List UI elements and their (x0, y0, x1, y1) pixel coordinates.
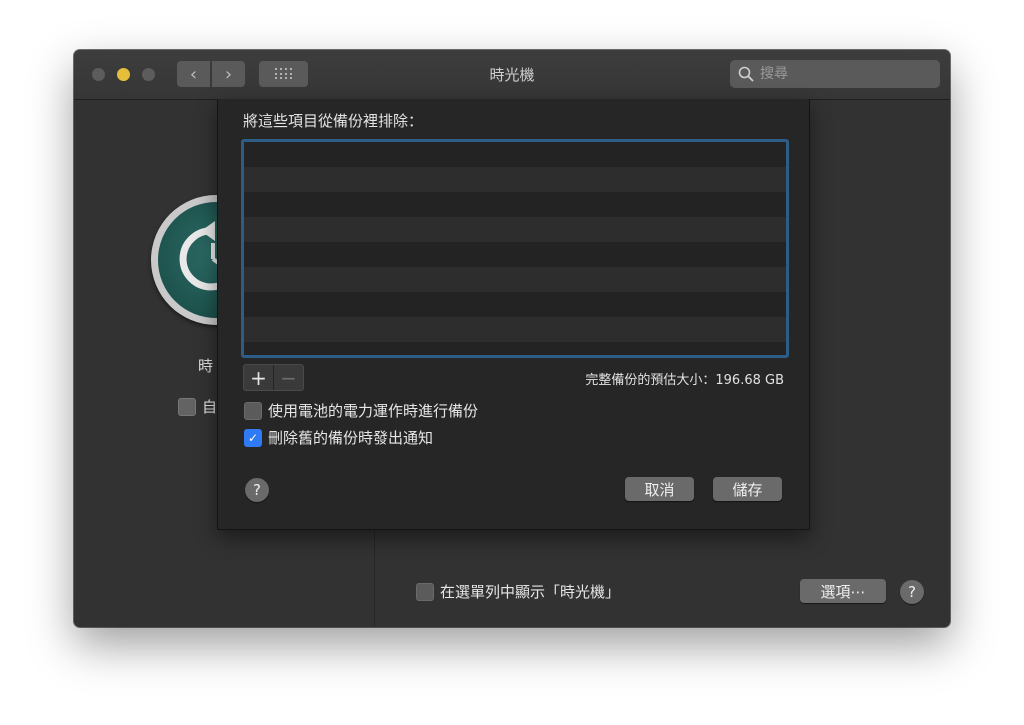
show-in-menubar-label: 在選單列中顯示「時光機」 (440, 583, 621, 601)
list-row (244, 317, 786, 342)
pane-divider (374, 528, 375, 627)
sheet-help-button[interactable]: ? (245, 478, 269, 502)
auto-backup-label: 自 (202, 398, 218, 416)
save-button[interactable]: 儲存 (713, 477, 782, 501)
list-row (244, 267, 786, 292)
list-row (244, 192, 786, 217)
notify-deletion-checkbox[interactable]: ✓ (244, 429, 262, 447)
remove-button[interactable]: − (273, 365, 303, 390)
exclusions-sheet: 將這些項目從備份裡排除： + − 完整備份的預估大小：196.68 GB 使用電… (217, 99, 810, 530)
show-in-menubar-checkbox[interactable] (416, 583, 434, 601)
preferences-window: ‹ › 時光機 搜尋 時 自 在選單列中顯示「時光機」 選項⋯ ? 將這些項目從… (74, 50, 950, 627)
add-button[interactable]: + (244, 365, 273, 390)
list-row (244, 292, 786, 317)
search-input[interactable] (758, 65, 922, 83)
list-row (244, 242, 786, 267)
checkmark-icon: ✓ (247, 431, 259, 445)
title-bar: ‹ › 時光機 (74, 50, 950, 100)
backup-size-estimate: 完整備份的預估大小：196.68 GB (585, 373, 784, 388)
notify-deletion-label: 刪除舊的備份時發出通知 (268, 429, 434, 447)
battery-backup-label: 使用電池的電力運作時進行備份 (268, 402, 479, 420)
list-row (244, 167, 786, 192)
options-button[interactable]: 選項⋯ (800, 579, 886, 603)
search-field[interactable] (730, 60, 940, 88)
battery-backup-checkbox[interactable] (244, 402, 262, 420)
search-icon (738, 66, 754, 82)
auto-backup-checkbox[interactable] (178, 398, 196, 416)
time-machine-label: 時 (198, 357, 214, 375)
sheet-heading: 將這些項目從備份裡排除： (243, 112, 424, 130)
list-row (244, 217, 786, 242)
list-row (244, 142, 786, 167)
exclusion-list[interactable] (241, 139, 789, 358)
add-remove-control: + − (243, 364, 304, 391)
help-button[interactable]: ? (900, 580, 924, 604)
list-row (244, 342, 786, 355)
cancel-button[interactable]: 取消 (625, 477, 694, 501)
